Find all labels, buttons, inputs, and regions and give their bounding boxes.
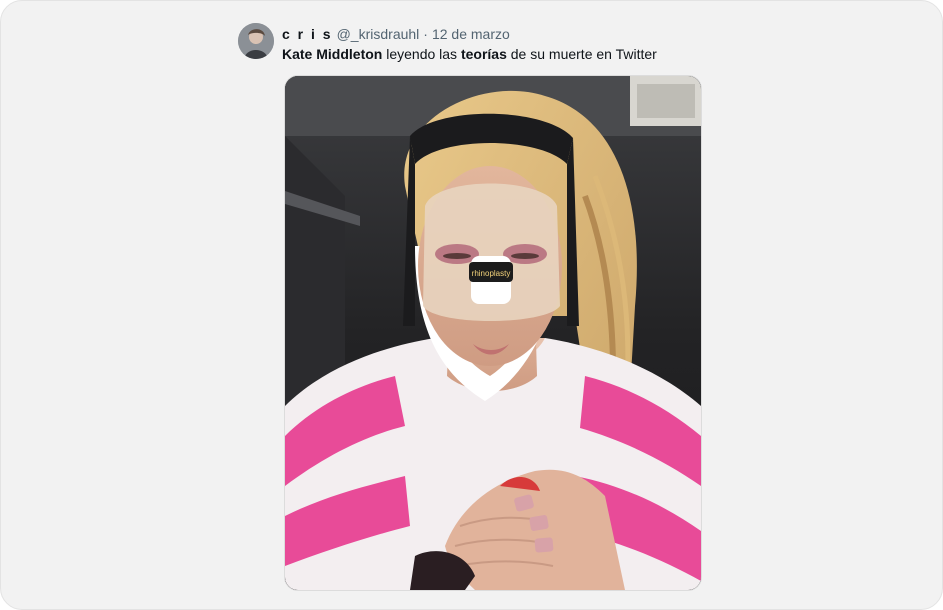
text-segment-bold: teorías bbox=[460, 46, 507, 62]
avatar[interactable] bbox=[238, 23, 274, 59]
separator-dot: · bbox=[423, 26, 428, 42]
tweet[interactable]: c r i s @_krisdrauhl · 12 de marzo Kate Mid… bbox=[238, 21, 708, 601]
author-handle[interactable]: @_krisdrauhl bbox=[337, 26, 420, 42]
text-segment: de su muerte en Twitter bbox=[506, 46, 657, 62]
post-card: c r i s @_krisdrauhl · 12 de marzo Kate Mid… bbox=[0, 0, 943, 610]
user-avatar-icon bbox=[238, 23, 274, 59]
text-segment-bold: Kate Middleton bbox=[282, 46, 383, 62]
nose-tape-label: rhinoplasty bbox=[472, 269, 511, 278]
text-segment: leyendo las bbox=[382, 46, 461, 62]
post-date[interactable]: 12 de marzo bbox=[432, 26, 510, 42]
photo-illustration: rhinoplasty bbox=[285, 76, 701, 590]
tweet-text: Kate Middleton leyendo las teorías de su… bbox=[282, 45, 702, 63]
tweet-media-photo[interactable]: rhinoplasty bbox=[284, 75, 702, 591]
author-display-name[interactable]: c r i s bbox=[282, 26, 333, 42]
tweet-header: c r i s @_krisdrauhl · 12 de marzo bbox=[282, 25, 510, 43]
